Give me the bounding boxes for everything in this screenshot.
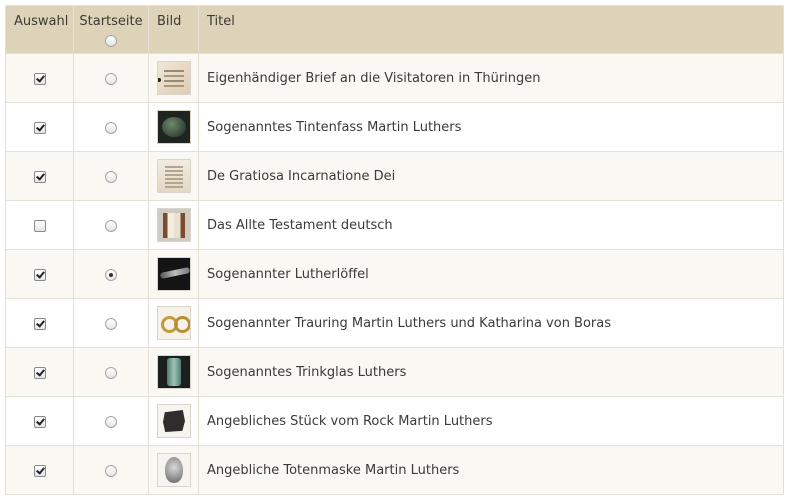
item-title: Angebliche Totenmaske Martin Luthers [198, 445, 784, 495]
startpage-radio[interactable] [105, 122, 117, 134]
letter-thumbnail[interactable] [157, 61, 191, 95]
image-cell [148, 396, 199, 446]
table-row: Sogenanntes Tintenfass Martin Luthers [5, 102, 784, 152]
item-title: Angebliches Stück vom Rock Martin Luther… [198, 396, 784, 446]
header-startpage-label: Startseite [79, 14, 143, 29]
select-checkbox[interactable] [33, 73, 46, 85]
table-row: Eigenhändiger Brief an die Visitatoren i… [5, 53, 784, 103]
select-cell [5, 102, 74, 152]
table-row: Sogenannter Lutherlöffel [5, 249, 784, 299]
select-checkbox[interactable] [33, 122, 46, 134]
table-row: Angebliches Stück vom Rock Martin Luther… [5, 396, 784, 446]
startpage-cell [73, 200, 149, 250]
select-cell [5, 53, 74, 103]
glass-thumbnail[interactable] [157, 355, 191, 389]
startpage-cell [73, 102, 149, 152]
select-checkbox[interactable] [33, 465, 46, 477]
startpage-radio[interactable] [105, 465, 117, 477]
item-title: De Gratiosa Incarnatione Dei [198, 151, 784, 201]
select-checkbox[interactable] [33, 367, 46, 379]
startpage-radio[interactable] [105, 171, 117, 183]
startpage-cell [73, 53, 149, 103]
table-row: Angebliche Totenmaske Martin Luthers [5, 445, 784, 495]
startpage-radio[interactable] [105, 416, 117, 428]
select-checkbox[interactable] [33, 318, 46, 330]
select-cell [5, 200, 74, 250]
select-cell [5, 151, 74, 201]
startpage-radio[interactable] [105, 220, 117, 232]
image-cell [148, 200, 199, 250]
header-image: Bild [148, 5, 199, 54]
startpage-cell [73, 445, 149, 495]
select-checkbox[interactable] [33, 416, 46, 428]
image-cell [148, 298, 199, 348]
item-title: Das Allte Testament deutsch [198, 200, 784, 250]
item-title: Sogenannter Lutherlöffel [198, 249, 784, 299]
table-row: Sogenanntes Trinkglas Luthers [5, 347, 784, 397]
select-checkbox[interactable] [33, 171, 46, 183]
object-selection-table: Auswahl Startseite Bild Titel Eigenhändi… [5, 5, 784, 495]
startpage-cell [73, 347, 149, 397]
table-row: Sogenannter Trauring Martin Luthers und … [5, 298, 784, 348]
startpage-cell [73, 151, 149, 201]
table-row: De Gratiosa Incarnatione Dei [5, 151, 784, 201]
select-checkbox[interactable] [33, 269, 46, 281]
book-thumbnail[interactable] [157, 208, 191, 242]
select-cell [5, 249, 74, 299]
select-checkbox[interactable] [33, 220, 46, 232]
startpage-cell [73, 249, 149, 299]
startpage-radio[interactable] [105, 269, 117, 281]
select-cell [5, 347, 74, 397]
fabric-thumbnail[interactable] [157, 404, 191, 438]
rings-thumbnail[interactable] [157, 306, 191, 340]
table-header-row: Auswahl Startseite Bild Titel [5, 5, 784, 54]
startpage-cell [73, 298, 149, 348]
header-title: Titel [198, 5, 784, 54]
header-select: Auswahl [5, 5, 74, 54]
startpage-cell [73, 396, 149, 446]
startpage-radio[interactable] [105, 73, 117, 85]
image-cell [148, 249, 199, 299]
inkwell-thumbnail[interactable] [157, 110, 191, 144]
image-cell [148, 102, 199, 152]
startpage-radio[interactable] [105, 318, 117, 330]
deathmask-thumbnail[interactable] [157, 453, 191, 487]
select-cell [5, 298, 74, 348]
image-cell [148, 445, 199, 495]
table-row: Das Allte Testament deutsch [5, 200, 784, 250]
startpage-radio[interactable] [105, 367, 117, 379]
select-cell [5, 396, 74, 446]
item-title: Eigenhändiger Brief an die Visitatoren i… [198, 53, 784, 103]
header-startpage: Startseite [73, 5, 149, 54]
startpage-clear-radio[interactable] [105, 35, 117, 47]
item-title: Sogenanntes Tintenfass Martin Luthers [198, 102, 784, 152]
item-title: Sogenanntes Trinkglas Luthers [198, 347, 784, 397]
select-cell [5, 445, 74, 495]
image-cell [148, 53, 199, 103]
object-selection-table-container: Auswahl Startseite Bild Titel Eigenhändi… [5, 5, 788, 499]
manuscript-thumbnail[interactable] [157, 159, 191, 193]
image-cell [148, 151, 199, 201]
item-title: Sogenannter Trauring Martin Luthers und … [198, 298, 784, 348]
spoon-thumbnail[interactable] [157, 257, 191, 291]
image-cell [148, 347, 199, 397]
